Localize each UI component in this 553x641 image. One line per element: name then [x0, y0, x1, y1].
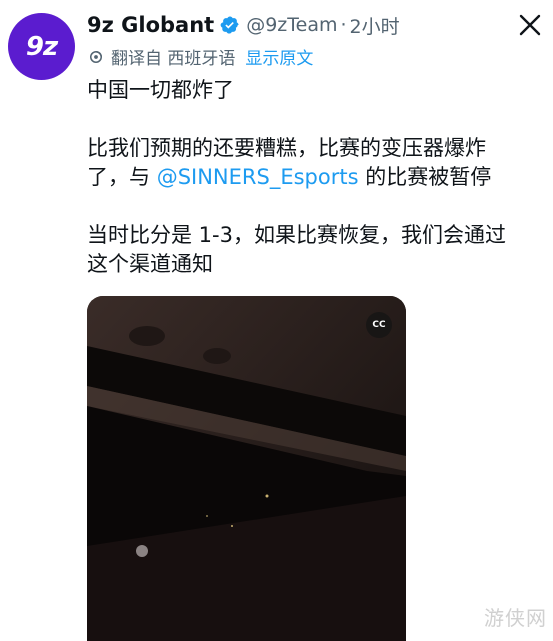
video-media[interactable]: CC [87, 296, 406, 641]
translate-icon [90, 50, 102, 63]
verified-badge-icon [220, 16, 239, 34]
tweet-header: 9z Globant @9zTeam · 2小时 [87, 10, 400, 40]
translation-notice: 翻译自 西班牙语 显示原文 [87, 44, 313, 69]
tweet-paragraph-1: 中国一切都炸了 [87, 78, 234, 102]
captions-button[interactable]: CC [366, 312, 392, 338]
tweet-paragraph-2-text-b: 的比赛被暂停 [358, 165, 492, 189]
captions-icon: CC [372, 320, 386, 330]
author-name[interactable]: 9z Globant [87, 13, 214, 37]
translation-source-label: 翻译自 西班牙语 [111, 49, 236, 69]
mention-link[interactable]: @SINNERS_Esports [157, 165, 359, 189]
avatar-logo-text: 9z [25, 31, 58, 62]
timestamp[interactable]: 2小时 [350, 12, 400, 39]
tweet-body: 中国一切都炸了 比我们预期的还要糟糕，比赛的变压器爆炸 了，与 @SINNERS… [87, 76, 537, 308]
avatar[interactable]: 9z [8, 13, 75, 80]
author-handle[interactable]: @9zTeam [246, 14, 337, 36]
video-frame-image [87, 296, 406, 641]
site-watermark: 游侠网 [484, 606, 547, 630]
separator-dot: · [340, 14, 347, 36]
close-x-icon [519, 14, 541, 36]
close-button[interactable] [515, 10, 545, 40]
tweet-paragraph-2: 比我们预期的还要糟糕，比赛的变压器爆炸 了，与 @SINNERS_Esports… [87, 134, 537, 192]
tweet-paragraph-3: 当时比分是 1-3，如果比赛恢复，我们会通过 这个渠道通知 [87, 223, 506, 276]
show-original-link[interactable]: 显示原文 [245, 44, 313, 69]
